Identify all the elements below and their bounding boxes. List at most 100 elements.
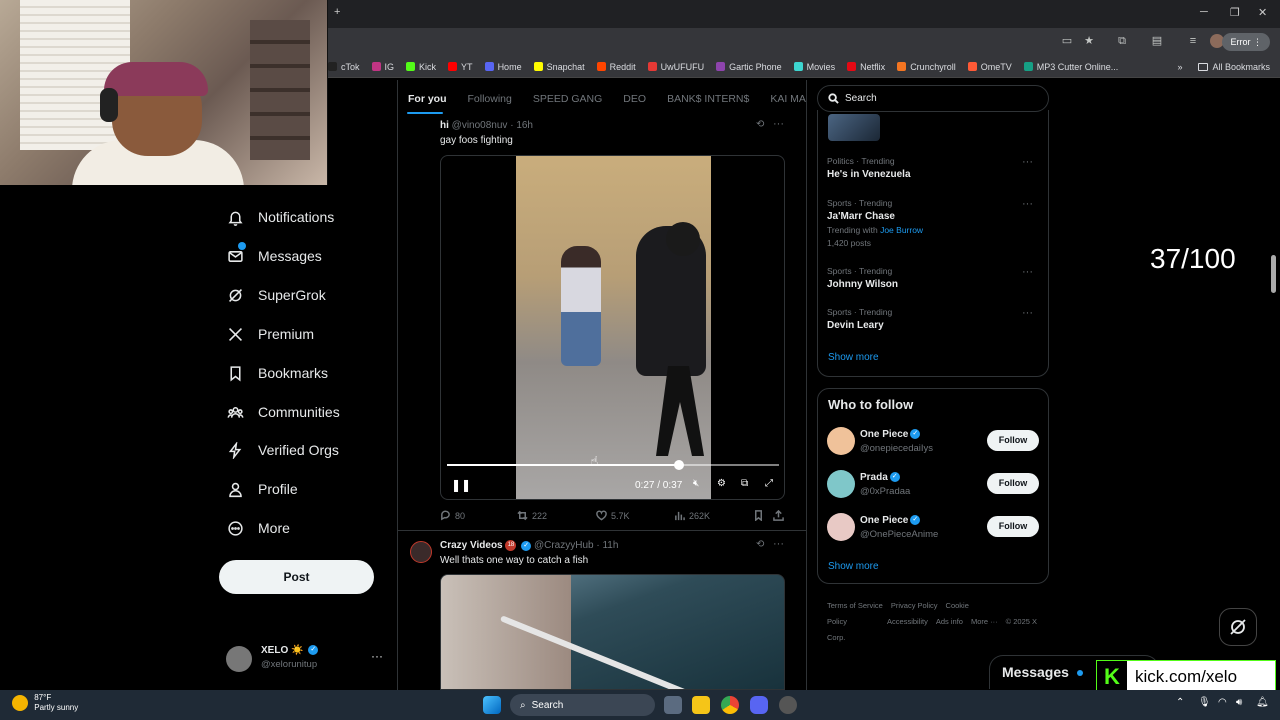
bookmark-tweet-button[interactable] [753,510,768,521]
trend-thumbnail[interactable] [828,114,880,141]
tweet-time[interactable]: 11h [602,540,618,551]
install-app-icon[interactable]: ▭ [1060,34,1074,48]
volume-icon[interactable]: 🔊︎ [1236,697,1242,708]
trend-item[interactable]: Sports · Trending Ja'Marr Chase Trending w… [827,198,1039,248]
video-player[interactable]: ❚❚ 0:27 / 0:37 🔇︎ ⚙ ⧉ ⤢ [440,155,785,500]
nav-item-profile[interactable]: Profile [226,477,298,501]
bookmark-item[interactable]: Reddit [596,62,636,72]
bookmark-item[interactable]: OmeTV [967,62,1012,72]
trend-item[interactable]: Sports · Trending Devin Leary ··· [827,307,1039,331]
views-button[interactable]: 262K [674,510,710,521]
notification-bell-icon[interactable]: 🔔︎ [1256,697,1269,708]
grok-icon[interactable]: ⟲ [756,539,764,550]
bookmark-item[interactable]: Netflix [847,62,885,72]
error-pill[interactable]: Error ⋮ [1222,33,1270,51]
nav-item-communities[interactable]: Communities [226,400,340,424]
tweet-author-handle[interactable]: @vino08nuv [452,120,508,131]
tray-chevron-icon[interactable]: ⌃ [1176,697,1184,708]
share-button[interactable] [773,510,788,521]
pip-icon[interactable]: ⧉ [741,478,748,489]
account-switcher[interactable]: XELO ☀️ ✓ @xelorunitup ··· [226,644,386,674]
sidepanel-icon[interactable]: ▤ [1150,34,1164,48]
repost-button[interactable]: 222 [517,510,547,521]
microphone-icon[interactable]: 🎙︎ [1198,697,1211,708]
like-button[interactable]: 5.7K [596,510,630,521]
discord-icon[interactable] [750,696,768,714]
more-dots-icon[interactable]: ··· [371,649,383,663]
footer-link[interactable]: Privacy Policy [891,601,938,610]
nav-item-more[interactable]: More [226,516,290,540]
follow-suggestion[interactable]: One Piece ✓ @OnePieceAnime Follow [827,513,1039,545]
footer-link[interactable]: Accessibility [887,617,928,626]
avatar[interactable] [410,541,432,563]
new-tab-button[interactable]: + [334,6,340,18]
nav-item-bookmarks[interactable]: Bookmarks [226,361,328,385]
video-progress-bar[interactable] [447,460,779,470]
restore-icon[interactable]: ❐ [1230,6,1240,19]
obs-icon[interactable] [779,696,797,714]
bookmark-item[interactable]: UwUFUFU [647,62,704,72]
follow-suggestion[interactable]: One Piece ✓ @onepiecedaiIys Follow [827,427,1039,459]
tab-for-you[interactable]: For you [408,93,447,105]
chrome-icon[interactable] [721,696,739,714]
bookmark-item[interactable]: Home [484,62,522,72]
avatar[interactable] [827,513,855,541]
page-scrollbar[interactable] [1271,255,1276,293]
trend-more-icon[interactable]: ··· [1022,198,1033,210]
show-more-trends-link[interactable]: Show more [828,352,879,363]
tab-deo[interactable]: DEO [623,93,646,105]
nav-item-messages[interactable]: Messages [226,242,322,268]
bookmark-item[interactable]: IG [371,62,394,72]
tweet-author-name[interactable]: hi [440,120,449,131]
fullscreen-icon[interactable]: ⤢ [765,478,773,489]
minimize-icon[interactable]: ─ [1200,6,1208,18]
nav-item-premium[interactable]: Premium [226,322,314,346]
follow-button[interactable]: Follow [987,516,1039,537]
reply-button[interactable]: 80 [440,510,465,521]
nav-item-verified-orgs[interactable]: Verified Orgs [226,438,339,462]
avatar[interactable] [827,427,855,455]
close-icon[interactable]: ✕ [1258,6,1267,19]
follow-button[interactable]: Follow [987,473,1039,494]
file-explorer-icon[interactable] [692,696,710,714]
media-icon[interactable]: ≡ [1186,34,1200,48]
bookmark-item[interactable]: MP3 Cutter Online... [1023,62,1118,72]
bookmark-item[interactable]: YT [448,62,473,72]
mute-icon[interactable]: 🔇︎ [693,478,699,489]
task-view-icon[interactable] [664,696,682,714]
grok-floating-button[interactable] [1219,608,1257,646]
wifi-icon[interactable]: ◠ [1218,697,1227,708]
trend-more-icon[interactable]: ··· [1022,266,1033,278]
bookmark-item[interactable]: Gartic Phone [716,62,782,72]
bookmark-item[interactable]: cTok [328,62,360,72]
bookmark-item[interactable]: Movies [793,62,835,72]
tweet-more-icon[interactable]: ··· [773,118,784,130]
nav-item-supergrok[interactable]: SuperGrok [226,283,326,307]
tab-speed-gang[interactable]: SPEED GANG [533,93,602,105]
trend-item[interactable]: Politics · Trending He's in Venezuela ··· [827,156,1039,180]
trend-more-icon[interactable]: ··· [1022,156,1033,168]
tab-following[interactable]: Following [468,93,512,105]
post-button[interactable]: Post [219,560,374,594]
tweet-author-handle[interactable]: @CrazyyHub [534,540,594,551]
grok-icon[interactable]: ⟲ [756,119,764,130]
tweet-more-icon[interactable]: ··· [773,538,784,550]
footer-link[interactable]: Ads info [936,617,963,626]
bookmark-star-icon[interactable]: ★ [1082,34,1096,48]
weather-widget[interactable]: 87°F Partly sunny [12,693,78,713]
bookmark-item[interactable]: Kick [406,62,436,72]
trend-more-icon[interactable]: ··· [1022,307,1033,319]
follow-button[interactable]: Follow [987,430,1039,451]
tweet-time[interactable]: 16h [516,120,533,131]
bookmarks-overflow-icon[interactable]: » [1177,62,1182,72]
settings-gear-icon[interactable]: ⚙ [717,478,726,489]
pause-icon[interactable]: ❚❚ [451,478,471,492]
all-bookmarks-link[interactable]: All Bookmarks [1212,62,1270,72]
nav-item-notifications[interactable]: Notifications [226,205,334,229]
bookmark-item[interactable]: Crunchyroll [897,62,956,72]
search-input[interactable]: Search [817,85,1049,112]
tab-bank-intern-[interactable]: BANK$ INTERN$ [667,93,749,105]
footer-link[interactable]: © 2025 X Corp. [827,617,1037,642]
extensions-icon[interactable]: ⧉ [1115,34,1129,48]
windows-start-icon[interactable] [483,696,501,714]
